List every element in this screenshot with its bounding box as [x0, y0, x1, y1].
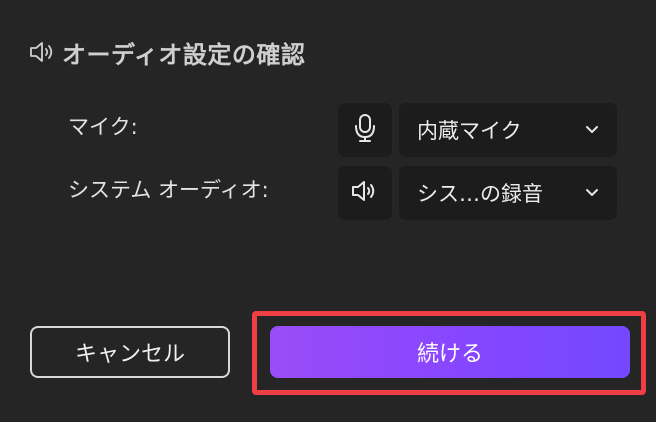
- microphone-row: マイク: 内蔵マイク: [0, 103, 656, 157]
- system-audio-select[interactable]: シス…の録音: [399, 166, 617, 220]
- dialog-header: オーディオ設定の確認: [28, 34, 305, 70]
- chevron-down-icon: [585, 122, 601, 138]
- audio-settings-dialog: オーディオ設定の確認 マイク: 内蔵マイク システム オーディオ: シス…の録音…: [0, 0, 656, 422]
- speaker-icon: [28, 37, 62, 67]
- chevron-down-icon: [585, 185, 601, 201]
- dialog-title: オーディオ設定の確認: [62, 40, 306, 69]
- system-audio-label: システム オーディオ:: [68, 178, 269, 202]
- microphone-toggle-button[interactable]: [338, 103, 392, 157]
- speaker-icon: [350, 179, 380, 207]
- microphone-select[interactable]: 内蔵マイク: [399, 103, 617, 157]
- microphone-select-value: 内蔵マイク: [417, 119, 522, 143]
- microphone-label: マイク:: [68, 115, 138, 139]
- microphone-icon: [354, 113, 376, 147]
- system-audio-select-value: シス…の録音: [417, 182, 543, 206]
- system-audio-toggle-button[interactable]: [338, 166, 392, 220]
- cancel-button[interactable]: キャンセル: [30, 326, 230, 378]
- continue-button[interactable]: 続ける: [270, 326, 630, 378]
- system-audio-row: システム オーディオ: シス…の録音: [0, 166, 656, 220]
